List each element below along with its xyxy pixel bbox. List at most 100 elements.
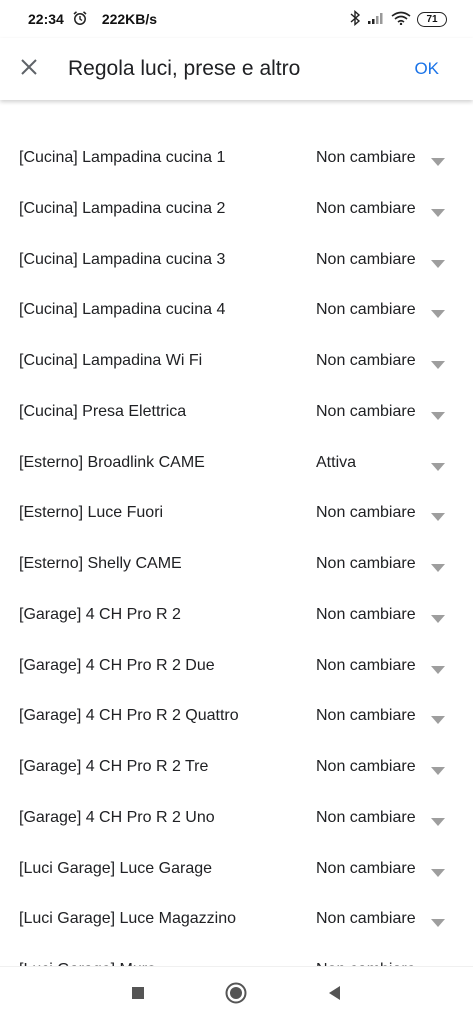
ok-button[interactable]: OK xyxy=(414,59,439,79)
dropdown-arrow-icon xyxy=(431,255,445,273)
device-action-dropdown[interactable]: Non cambiare xyxy=(316,595,451,635)
device-action-value: Non cambiare xyxy=(316,656,416,674)
device-name: [Esterno] Luce Fuori xyxy=(19,504,164,522)
device-action-value: Non cambiare xyxy=(316,555,416,572)
device-action-dropdown[interactable]: Non cambiare xyxy=(316,950,451,966)
device-action-value: Non cambiare xyxy=(316,352,416,369)
device-action-value: Non cambiare xyxy=(316,149,416,166)
alarm-icon xyxy=(72,10,88,29)
device-row: [Luci Garage] Luce Magazzino Non cambiare xyxy=(0,894,473,944)
dropdown-arrow-icon xyxy=(431,610,445,628)
device-name: [Garage] 4 CH Pro R 2 xyxy=(19,605,181,623)
close-button[interactable] xyxy=(0,38,58,100)
device-row: [Esterno] Shelly CAME Non cambiare xyxy=(0,539,473,589)
device-row: [Garage] 4 CH Pro R 2 Uno Non cambiare xyxy=(0,793,473,843)
status-left: 22:34 222KB/s xyxy=(28,10,157,29)
device-action-value: Non cambiare xyxy=(316,504,416,522)
device-row: [Cucina] Lampadina cucina 4 Non cambiare xyxy=(0,285,473,335)
status-time: 22:34 xyxy=(28,11,64,27)
device-action-dropdown[interactable]: Non cambiare xyxy=(316,392,451,432)
dropdown-arrow-icon xyxy=(431,356,445,374)
dropdown-arrow-icon xyxy=(431,864,445,882)
device-row: [Cucina] Presa Elettrica Non cambiare xyxy=(0,387,473,437)
device-list: [Cucina] Lampadina cucina 1 Non cambiare[… xyxy=(0,100,473,966)
wifi-icon xyxy=(391,11,411,28)
signal-icon xyxy=(367,11,385,28)
device-name: [Cucina] Presa Elettrica xyxy=(19,402,187,420)
status-right: 71 xyxy=(349,9,447,29)
status-bar: 22:34 222KB/s 71 xyxy=(0,0,473,38)
dropdown-arrow-icon xyxy=(431,458,445,476)
device-action-value: Attiva xyxy=(316,453,357,471)
device-row: [Cucina] Lampadina Wi Fi Non cambiare xyxy=(0,336,473,386)
device-action-dropdown[interactable]: Non cambiare xyxy=(316,747,451,787)
dropdown-arrow-icon xyxy=(431,914,445,932)
device-action-value: Non cambiare xyxy=(316,402,416,420)
back-button[interactable] xyxy=(326,984,344,1007)
device-action-value: Non cambiare xyxy=(316,199,416,217)
device-name: [Esterno] Shelly CAME xyxy=(19,555,182,572)
device-row: [Esterno] Luce Fuori Non cambiare xyxy=(0,488,473,538)
device-action-value: Non cambiare xyxy=(316,707,416,725)
device-row: [Cucina] Lampadina cucina 1 Non cambiare xyxy=(0,133,473,183)
battery-icon: 71 xyxy=(417,11,447,27)
dropdown-arrow-icon xyxy=(431,661,445,679)
device-action-dropdown[interactable]: Non cambiare xyxy=(316,544,451,584)
device-name: [Cucina] Lampadina cucina 1 xyxy=(19,149,226,166)
device-action-dropdown[interactable]: Non cambiare xyxy=(316,696,451,736)
device-row: [Cucina] Lampadina cucina 2 Non cambiare xyxy=(0,184,473,234)
device-action-dropdown[interactable]: Non cambiare xyxy=(316,798,451,838)
home-button[interactable] xyxy=(224,981,248,1010)
device-row: [Garage] 4 CH Pro R 2 Tre Non cambiare xyxy=(0,742,473,792)
device-name: [Garage] 4 CH Pro R 2 Due xyxy=(19,656,215,674)
device-name: [Cucina] Lampadina cucina 4 xyxy=(19,301,226,319)
device-action-dropdown[interactable]: Non cambiare xyxy=(316,290,451,330)
status-speed: 222KB/s xyxy=(101,11,158,27)
device-action-value: Non cambiare xyxy=(316,910,416,928)
dropdown-arrow-icon xyxy=(431,762,445,780)
device-name: [Cucina] Lampadina cucina 3 xyxy=(19,250,226,268)
dropdown-arrow-icon xyxy=(431,711,445,729)
device-name: [Esterno] Broadlink CAME xyxy=(19,453,205,471)
device-row: [Garage] 4 CH Pro R 2 Quattro Non cambiar… xyxy=(0,691,473,741)
back-triangle-icon xyxy=(328,986,340,1000)
app-bar: Regola luci, prese e altro OK xyxy=(0,38,473,100)
device-action-dropdown[interactable]: Non cambiare xyxy=(316,899,451,939)
device-action-dropdown[interactable]: Non cambiare xyxy=(316,138,451,178)
nav-bar xyxy=(0,966,473,1024)
device-name: [Garage] 4 CH Pro R 2 Quattro xyxy=(19,707,239,725)
page-title: Regola luci, prese e altro xyxy=(68,57,301,80)
dropdown-arrow-icon xyxy=(431,813,445,831)
device-name: [Cucina] Lampadina cucina 2 xyxy=(19,199,226,217)
dropdown-arrow-icon xyxy=(431,153,445,171)
device-action-dropdown[interactable]: Non cambiare xyxy=(316,493,451,533)
device-name: [Luci Garage] Luce Garage xyxy=(19,859,213,877)
device-name: [Luci Garage] Luce Magazzino xyxy=(19,910,237,928)
device-row: [Luci Garage] Luce Garage Non cambiare xyxy=(0,844,473,894)
close-icon xyxy=(19,57,39,82)
device-row: [Garage] 4 CH Pro R 2 Due Non cambiare xyxy=(0,641,473,691)
device-row: [Luci Garage] MuroNon cambiare xyxy=(0,945,473,966)
device-action-dropdown[interactable]: Non cambiare xyxy=(316,240,451,280)
device-action-value: Non cambiare xyxy=(316,859,416,877)
device-name: [Garage] 4 CH Pro R 2 Tre xyxy=(19,758,209,775)
device-action-dropdown[interactable]: Non cambiare xyxy=(316,189,451,229)
recents-button[interactable] xyxy=(130,985,146,1006)
dropdown-arrow-icon xyxy=(431,204,445,222)
recents-square-icon xyxy=(131,987,144,999)
device-action-dropdown[interactable]: Non cambiare xyxy=(316,341,451,381)
device-name: [Garage] 4 CH Pro R 2 Uno xyxy=(19,808,215,826)
device-action-dropdown[interactable]: Non cambiare xyxy=(316,646,451,686)
device-action-value: Non cambiare xyxy=(316,808,416,826)
dropdown-arrow-icon xyxy=(431,559,445,577)
device-row: [Esterno] Broadlink CAME Attiva xyxy=(0,438,473,488)
home-circle-icon xyxy=(225,982,246,1004)
dropdown-arrow-icon xyxy=(431,508,445,526)
device-action-dropdown[interactable]: Attiva xyxy=(316,443,451,483)
bluetooth-icon xyxy=(349,9,361,29)
device-action-value: Non cambiare xyxy=(316,758,416,775)
device-action-dropdown[interactable]: Non cambiare xyxy=(316,849,451,889)
device-action-value: Non cambiare xyxy=(316,605,416,623)
device-row: [Garage] 4 CH Pro R 2 Non cambiare xyxy=(0,590,473,640)
device-action-value: Non cambiare xyxy=(316,250,416,268)
